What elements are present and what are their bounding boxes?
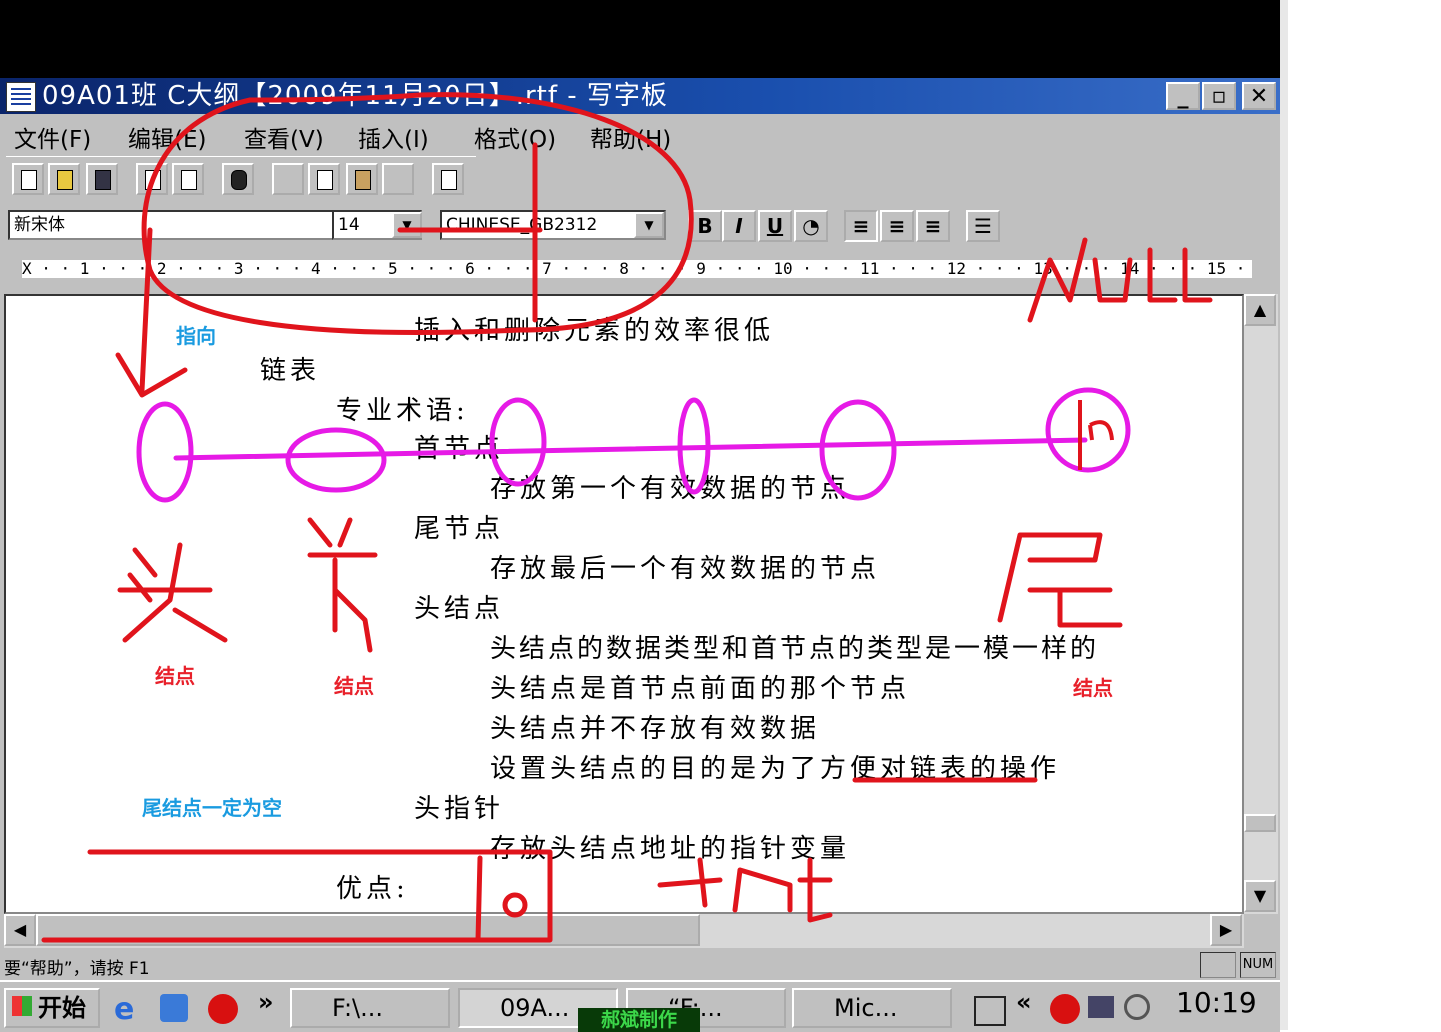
scroll-up-icon[interactable]: ▲ — [1244, 294, 1276, 326]
scroll-down-icon[interactable]: ▼ — [1244, 880, 1276, 912]
doc-line: 头结点并不存放有效数据 — [490, 714, 821, 744]
menu-help[interactable]: 帮助(H) — [590, 120, 671, 154]
doc-line: 专业术语: — [336, 396, 469, 426]
watermark-label: 郝斌制作 — [578, 1008, 700, 1032]
doc-line: 插入和删除元素的效率很低 — [414, 316, 775, 346]
doc-line: 头结点 — [414, 594, 505, 624]
cut-scissors-icon[interactable] — [272, 163, 304, 195]
find-binoculars-icon[interactable] — [222, 163, 254, 195]
color-palette-icon[interactable]: ◔ — [794, 210, 828, 242]
align-center-icon[interactable]: ≡ — [880, 210, 914, 242]
bullets-icon[interactable]: ☰ — [966, 210, 1000, 242]
taskbar-item-explorer[interactable]: F:\... — [290, 988, 450, 1028]
insert-datetime-icon[interactable] — [432, 163, 464, 195]
keyboard-icon[interactable] — [974, 996, 1006, 1026]
doc-line: 尾节点 — [414, 514, 505, 544]
doc-line: 头结点是首节点前面的那个节点 — [490, 674, 911, 704]
doc-line: 首节点 — [414, 434, 505, 464]
taskbar-item-mic[interactable]: Mic... — [792, 988, 952, 1028]
title-bar: 09A01班 C大纲【2009年11月20日】.rtf - 写字板 _ ▫ ✕ — [0, 78, 1280, 114]
doc-line: 设置头结点的目的是为了方便对链表的操作 — [490, 754, 1061, 784]
status-help-text: 要“帮助”，请按 F1 — [4, 959, 150, 979]
right-margin — [1280, 0, 1441, 1030]
window-title: 09A01班 C大纲【2009年11月20日】.rtf - 写字板 — [42, 81, 668, 111]
print-icon[interactable] — [136, 163, 168, 195]
menu-file[interactable]: 文件(F) — [14, 120, 91, 154]
ruler[interactable]: X · · 1 · · · 2 · · · 3 · · · 4 · · · 5 … — [6, 250, 1278, 290]
script-dropdown-icon[interactable]: ▼ — [634, 212, 664, 238]
vertical-scrollbar[interactable]: ▲ ▼ — [1244, 294, 1278, 914]
top-black-area — [0, 0, 1280, 78]
wordpad-window: 09A01班 C大纲【2009年11月20日】.rtf - 写字板 _ ▫ ✕ … — [0, 78, 1280, 980]
doc-line: 存放头结点地址的指针变量 — [490, 834, 851, 864]
underline-button[interactable]: U — [758, 210, 792, 242]
minimize-button[interactable]: _ — [1166, 82, 1200, 110]
record-icon[interactable] — [208, 994, 238, 1024]
bold-button[interactable]: B — [688, 210, 722, 242]
new-document-icon[interactable] — [12, 163, 44, 195]
menu-insert[interactable]: 插入(I) — [358, 120, 429, 154]
status-bar: 要“帮助”，请按 F1 NUM — [0, 950, 1280, 980]
quicklaunch-chevron[interactable]: » — [258, 988, 274, 1016]
menu-bar: 文件(F) 编辑(E) 查看(V) 插入(I) 格式(O) 帮助(H) — [0, 114, 1280, 154]
menu-view[interactable]: 查看(V) — [244, 120, 324, 154]
close-button[interactable]: ✕ — [1242, 82, 1276, 110]
num-lock-indicator: NUM — [1240, 952, 1276, 978]
doc-line: 头结点的数据类型和首节点的类型是一模一样的 — [490, 634, 1100, 664]
copy-icon[interactable] — [308, 163, 340, 195]
doc-line: 存放第一个有效数据的节点 — [490, 474, 851, 504]
annot-node-left: 结点 — [155, 664, 195, 688]
annot-node-right: 结点 — [1073, 676, 1113, 700]
tray-record-icon[interactable] — [1050, 994, 1080, 1024]
wordpad-app-icon[interactable] — [6, 82, 36, 112]
standard-toolbar — [6, 156, 476, 201]
script-combo[interactable]: CHINESE_GB2312 — [440, 210, 666, 240]
volume-icon[interactable] — [1124, 994, 1150, 1020]
menu-edit[interactable]: 编辑(E) — [128, 120, 206, 154]
menu-format[interactable]: 格式(O) — [474, 120, 556, 154]
paste-clipboard-icon[interactable] — [346, 163, 378, 195]
annot-node-mid: 结点 — [334, 674, 374, 698]
scroll-left-icon[interactable]: ◀ — [4, 914, 36, 946]
italic-button[interactable]: I — [722, 210, 756, 242]
align-left-icon[interactable]: ≡ — [844, 210, 878, 242]
scroll-right-icon[interactable]: ▶ — [1210, 914, 1242, 946]
doc-line: 链表 — [260, 356, 321, 386]
undo-arrow-icon[interactable] — [382, 163, 414, 195]
tray-chevron[interactable]: « — [1016, 988, 1032, 1016]
doc-line: 头指针 — [414, 794, 505, 824]
ruler-scale: X · · 1 · · · 2 · · · 3 · · · 4 · · · 5 … — [22, 260, 1252, 278]
doc-line: 存放最后一个有效数据的节点 — [490, 554, 881, 584]
windows-logo-icon — [12, 996, 32, 1016]
ie-icon[interactable]: e — [114, 992, 134, 1027]
align-right-icon[interactable]: ≡ — [916, 210, 950, 242]
save-disk-icon[interactable] — [86, 163, 118, 195]
doc-line: 优点: — [336, 874, 409, 904]
font-name-combo[interactable]: 新宋体 — [8, 210, 388, 240]
annot-pointing: 指向 — [176, 324, 216, 348]
desktop-icon[interactable] — [160, 994, 188, 1022]
horizontal-scrollbar[interactable]: ◀ ▶ — [4, 914, 1244, 948]
format-toolbar: 新宋体 14 ▼ CHINESE_GB2312 ▼ B I U ◔ ≡ ≡ ≡ … — [6, 202, 1016, 250]
annot-tail-null: 尾结点一定为空 — [142, 796, 282, 820]
restore-button[interactable]: ▫ — [1202, 82, 1236, 110]
print-preview-icon[interactable] — [172, 163, 204, 195]
document-area[interactable]: 插入和删除元素的效率很低 链表 专业术语: 首节点 存放第一个有效数据的节点 尾… — [4, 294, 1244, 914]
network-icon[interactable] — [1088, 996, 1114, 1018]
open-folder-icon[interactable] — [48, 163, 80, 195]
scroll-thumb[interactable] — [1244, 814, 1276, 832]
font-size-dropdown-icon[interactable]: ▼ — [392, 212, 422, 238]
clock: 10:19 — [1176, 986, 1257, 1019]
hscroll-thumb[interactable] — [36, 914, 700, 946]
taskbar: 开始 e » F:\... 09A... “F:... Mic... « 10:… — [0, 980, 1280, 1032]
